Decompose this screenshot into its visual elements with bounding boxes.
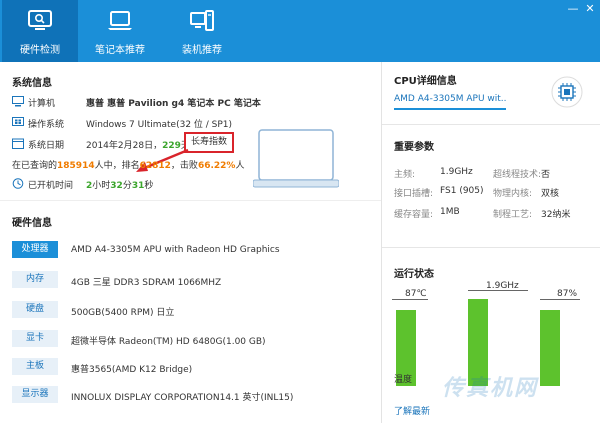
minimize-button[interactable]: — (566, 2, 580, 16)
close-button[interactable]: ✕ (583, 2, 597, 16)
laptop-icon (108, 11, 132, 30)
os-label: 操作系统 (28, 120, 65, 130)
beat-percent: 66.22% (197, 161, 236, 171)
param-value-frequency: 1.9GHz (440, 167, 473, 177)
param-label-cache: 缓存容量: (394, 210, 434, 220)
query-prefix: 在已查询的 (12, 161, 58, 171)
section-divider (0, 200, 381, 201)
hardware-info-title: 硬件信息 (12, 218, 52, 229)
cpu-chip-icon (551, 76, 583, 108)
uptime-hours-unit: 小时 (92, 181, 111, 191)
hw-tag-motherboard[interactable]: 主板 (12, 358, 58, 375)
gauge-caption-temperature: 温度 (394, 375, 413, 385)
computer-value: 惠普 惠普 Pavilion g4 笔记本 PC 笔记本 (86, 99, 261, 109)
uptime-seconds: 31 (131, 181, 145, 191)
param-label-socket: 接口插槽: (394, 189, 434, 199)
hw-value-motherboard: 惠普3565(AMD K12 Bridge) (71, 365, 193, 375)
clock-icon (12, 178, 24, 189)
right-separator (382, 124, 600, 125)
computer-label: 计算机 (28, 99, 56, 109)
nav-label: 笔记本推荐 (95, 45, 145, 56)
cpu-detail-title: CPU详细信息 (394, 76, 457, 87)
hw-value-cpu: AMD A4-3305M APU with Radeon HD Graphics (71, 245, 280, 255)
param-label-frequency: 主频: (394, 170, 416, 180)
hw-tag-disk[interactable]: 硬盘 (12, 301, 58, 318)
gauge-cap (392, 299, 428, 300)
param-value-cache: 1MB (440, 207, 460, 217)
gauge-label-usage: 87% (557, 289, 578, 299)
cpu-select-dropdown[interactable]: AMD A4-3305M APU wit... (394, 94, 506, 110)
run-status-title: 运行状态 (394, 269, 434, 280)
nav-label: 装机推荐 (182, 45, 222, 56)
nav-label: 硬件检测 (20, 45, 60, 56)
hw-value-memory: 4GB 三星 DDR3 SDRAM 1066MHZ (71, 278, 222, 288)
gauge-usage (540, 299, 560, 386)
left-panel: 系统信息 计算机 惠普 惠普 Pavilion g4 笔记本 PC 笔记本 操作… (0, 62, 381, 423)
gauge-cap (468, 290, 528, 291)
gauge-fill-usage (540, 310, 560, 386)
cpu-detail-panel: CPU详细信息 AMD A4-3305M APU wit... 重要参数 主频:… (382, 62, 600, 423)
important-params-title: 重要参数 (394, 142, 434, 153)
nav-pc-build[interactable]: 装机推荐 (164, 0, 240, 62)
computer-icon (12, 96, 24, 107)
uptime-seconds-unit: 秒 (144, 181, 154, 191)
hw-tag-gpu[interactable]: 显卡 (12, 330, 58, 347)
date-label: 系统日期 (28, 141, 65, 151)
hw-value-display: INNOLUX DISPLAY CORPORATION14.1 英寸(INL15… (71, 393, 294, 403)
param-value-hyperthreading: 否 (541, 170, 551, 180)
ranking-line: 在已查询的185914人中，排名62812，击败66.22%人 (12, 158, 244, 171)
uptime-minutes-unit: 分 (122, 181, 132, 191)
param-label-process: 制程工艺: (493, 210, 533, 220)
param-label-hyperthreading: 超线程技术: (493, 170, 542, 180)
gauge-cap (540, 299, 580, 300)
top-nav-bar: 硬件检测 笔记本推荐 装机推荐 — ✕ (0, 0, 600, 62)
pc-build-icon (190, 10, 214, 31)
rank-value: 62812 (139, 161, 171, 171)
learn-more-link[interactable]: 了解最新 (394, 404, 430, 417)
uptime-label: 已开机时间 (28, 181, 74, 191)
windows-icon (12, 117, 24, 126)
uptime-value: 2小时32分31秒 (86, 178, 153, 191)
query-mid: 人中，排名 (94, 161, 140, 171)
watermark: 传真机网 (442, 376, 539, 401)
hw-tag-cpu[interactable]: 处理器 (12, 241, 58, 258)
calendar-icon (12, 138, 24, 149)
right-separator (382, 247, 600, 248)
monitor-icon (28, 10, 52, 30)
param-value-process: 32纳米 (541, 210, 571, 220)
system-info-title: 系统信息 (12, 78, 52, 89)
beat-suffix: 人 (235, 161, 245, 171)
laptop-illustration (253, 129, 339, 188)
beat-prefix: ，击败 (170, 161, 198, 171)
hw-tag-display[interactable]: 显示器 (12, 386, 58, 403)
gauge-label-temperature: 87℃ (405, 289, 427, 299)
uptime-minutes: 32 (110, 181, 123, 191)
hw-value-disk: 500GB(5400 RPM) 日立 (71, 308, 175, 318)
param-value-socket: FS1 (905) (440, 186, 484, 196)
param-label-cores: 物理内核: (493, 189, 533, 199)
nav-laptop-recommend[interactable]: 笔记本推荐 (82, 0, 158, 62)
hw-value-gpu: 超微半导体 Radeon(TM) HD 6480G(1.00 GB) (71, 337, 266, 347)
nav-hardware-check[interactable]: 硬件检测 (2, 0, 78, 62)
os-value: Windows 7 Ultimate(32 位 / SP1) (86, 120, 233, 130)
query-count: 185914 (57, 161, 95, 171)
param-value-cores: 双核 (541, 189, 560, 199)
hw-tag-memory[interactable]: 内存 (12, 271, 58, 288)
